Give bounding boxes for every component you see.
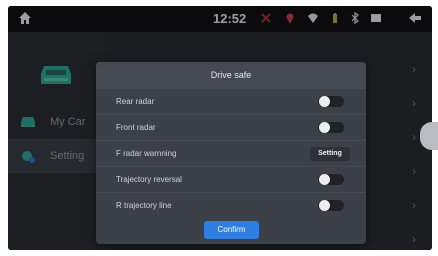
rear-radar-row: Rear radar xyxy=(96,88,366,115)
row-label: Rear radar xyxy=(116,97,155,106)
toggle-knob xyxy=(319,122,330,133)
side-drawer-handle[interactable] xyxy=(420,122,438,150)
rear-radar-toggle[interactable] xyxy=(318,96,344,107)
row-label: R trajectory line xyxy=(116,201,172,210)
app-screen: 12:52 My Car Setting › › › › › › Drive s… xyxy=(8,6,432,250)
trajectory-reversal-row: Trajectory reversal xyxy=(96,166,366,193)
row-label: F radar warnning xyxy=(116,149,177,158)
toggle-knob xyxy=(319,200,330,211)
confirm-button[interactable]: Confirm xyxy=(204,221,259,239)
row-label: Trajectory reversal xyxy=(116,175,182,184)
dialog-title: Drive safe xyxy=(96,62,366,88)
toggle-knob xyxy=(319,174,330,185)
front-radar-toggle[interactable] xyxy=(318,122,344,133)
row-label: Front radar xyxy=(116,123,156,132)
toggle-knob xyxy=(319,96,330,107)
trajectory-reversal-toggle[interactable] xyxy=(318,174,344,185)
f-radar-warning-row: F radar warnning Setting xyxy=(96,140,366,167)
drive-safe-dialog: Drive safe Rear radar Front radar F rada… xyxy=(96,62,366,244)
front-radar-row: Front radar xyxy=(96,114,366,141)
r-trajectory-line-row: R trajectory line xyxy=(96,192,366,219)
f-radar-setting-button[interactable]: Setting xyxy=(310,147,350,161)
r-trajectory-line-toggle[interactable] xyxy=(318,200,344,211)
